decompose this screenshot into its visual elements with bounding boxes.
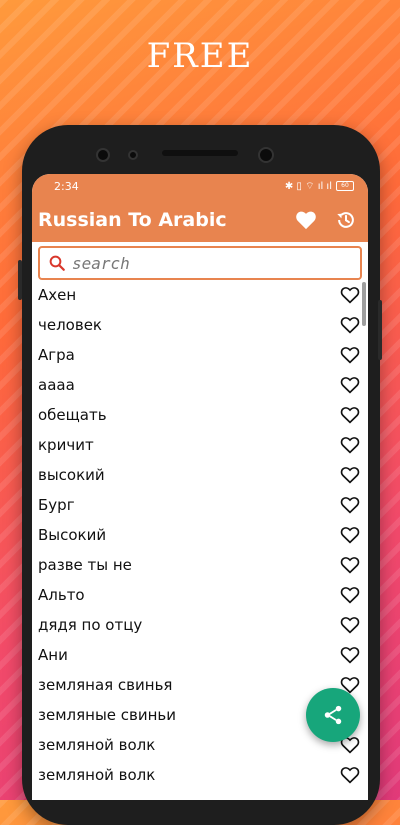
- secondary-camera: [258, 147, 274, 163]
- list-item[interactable]: Агра: [32, 340, 368, 370]
- heart-icon: [296, 211, 316, 230]
- list-item[interactable]: Ахен: [32, 280, 368, 310]
- word-label: обещать: [38, 406, 107, 424]
- word-label: Альто: [38, 586, 85, 604]
- favorite-heart-icon[interactable]: [340, 586, 360, 604]
- word-label: земляной волк: [38, 736, 156, 754]
- phone-power-button: [378, 300, 382, 360]
- list-item[interactable]: Высокий: [32, 520, 368, 550]
- favorite-heart-icon[interactable]: [340, 436, 360, 454]
- proximity-sensor: [128, 150, 138, 160]
- word-label: кричит: [38, 436, 94, 454]
- list-item[interactable]: высокий: [32, 460, 368, 490]
- word-label: земляная свинья: [38, 676, 173, 694]
- front-camera: [96, 148, 110, 162]
- word-label: земляной волк: [38, 766, 156, 784]
- scrollbar-thumb[interactable]: [362, 282, 366, 326]
- share-icon: [324, 705, 342, 725]
- list-item[interactable]: Альто: [32, 580, 368, 610]
- phone-volume-button: [18, 260, 22, 300]
- favorite-heart-icon[interactable]: [340, 766, 360, 784]
- favorite-heart-icon[interactable]: [340, 376, 360, 394]
- favorite-heart-icon[interactable]: [340, 346, 360, 364]
- favorite-heart-icon[interactable]: [340, 286, 360, 304]
- history-icon: [337, 212, 354, 228]
- app-title: Russian To Arabic: [38, 209, 227, 231]
- favorite-heart-icon[interactable]: [340, 526, 360, 544]
- search-input[interactable]: [70, 252, 344, 274]
- status-icons: ✱ ▯ ⌔ ıl ıl 60: [285, 180, 354, 193]
- list-item[interactable]: Бург: [32, 490, 368, 520]
- history-button[interactable]: [334, 208, 358, 232]
- favorite-heart-icon[interactable]: [340, 556, 360, 574]
- earpiece-speaker: [162, 150, 238, 156]
- share-button[interactable]: [306, 688, 360, 742]
- word-label: Ани: [38, 646, 68, 664]
- status-indicators: ✱ ▯ ⌔ ıl ıl: [284, 180, 332, 192]
- word-label: аааа: [38, 376, 75, 394]
- app-bar-actions: [294, 208, 358, 232]
- list-item[interactable]: земляной волк: [32, 760, 368, 790]
- list-item[interactable]: кричит: [32, 430, 368, 460]
- word-label: высокий: [38, 466, 105, 484]
- word-label: дядя по отцу: [38, 616, 143, 634]
- promo-title: FREE: [146, 36, 254, 76]
- word-label: Бург: [38, 496, 75, 514]
- favorite-heart-icon[interactable]: [340, 616, 360, 634]
- word-label: земляные свиньи: [38, 706, 177, 724]
- list-item[interactable]: обещать: [32, 400, 368, 430]
- status-bar: 2:34 ✱ ▯ ⌔ ıl ıl 60: [32, 174, 368, 198]
- favorite-heart-icon[interactable]: [340, 406, 360, 424]
- list-item[interactable]: аааа: [32, 370, 368, 400]
- favorites-button[interactable]: [294, 208, 318, 232]
- favorite-heart-icon[interactable]: [340, 466, 360, 484]
- search-icon: [49, 255, 65, 271]
- list-item[interactable]: дядя по отцу: [32, 610, 368, 640]
- word-label: Агра: [38, 346, 75, 364]
- list-item[interactable]: Ани: [32, 640, 368, 670]
- word-label: разве ты не: [38, 556, 132, 574]
- word-label: Высокий: [38, 526, 107, 544]
- word-label: Ахен: [38, 286, 77, 304]
- battery-icon: 60: [336, 181, 354, 191]
- app-bar: Russian To Arabic: [32, 198, 368, 242]
- favorite-heart-icon[interactable]: [340, 646, 360, 664]
- status-time: 2:34: [54, 179, 79, 193]
- list-item[interactable]: человек: [32, 310, 368, 340]
- favorite-heart-icon[interactable]: [340, 496, 360, 514]
- search-box: [38, 246, 362, 280]
- word-label: человек: [38, 316, 102, 334]
- list-item[interactable]: разве ты не: [32, 550, 368, 580]
- favorite-heart-icon[interactable]: [340, 316, 360, 334]
